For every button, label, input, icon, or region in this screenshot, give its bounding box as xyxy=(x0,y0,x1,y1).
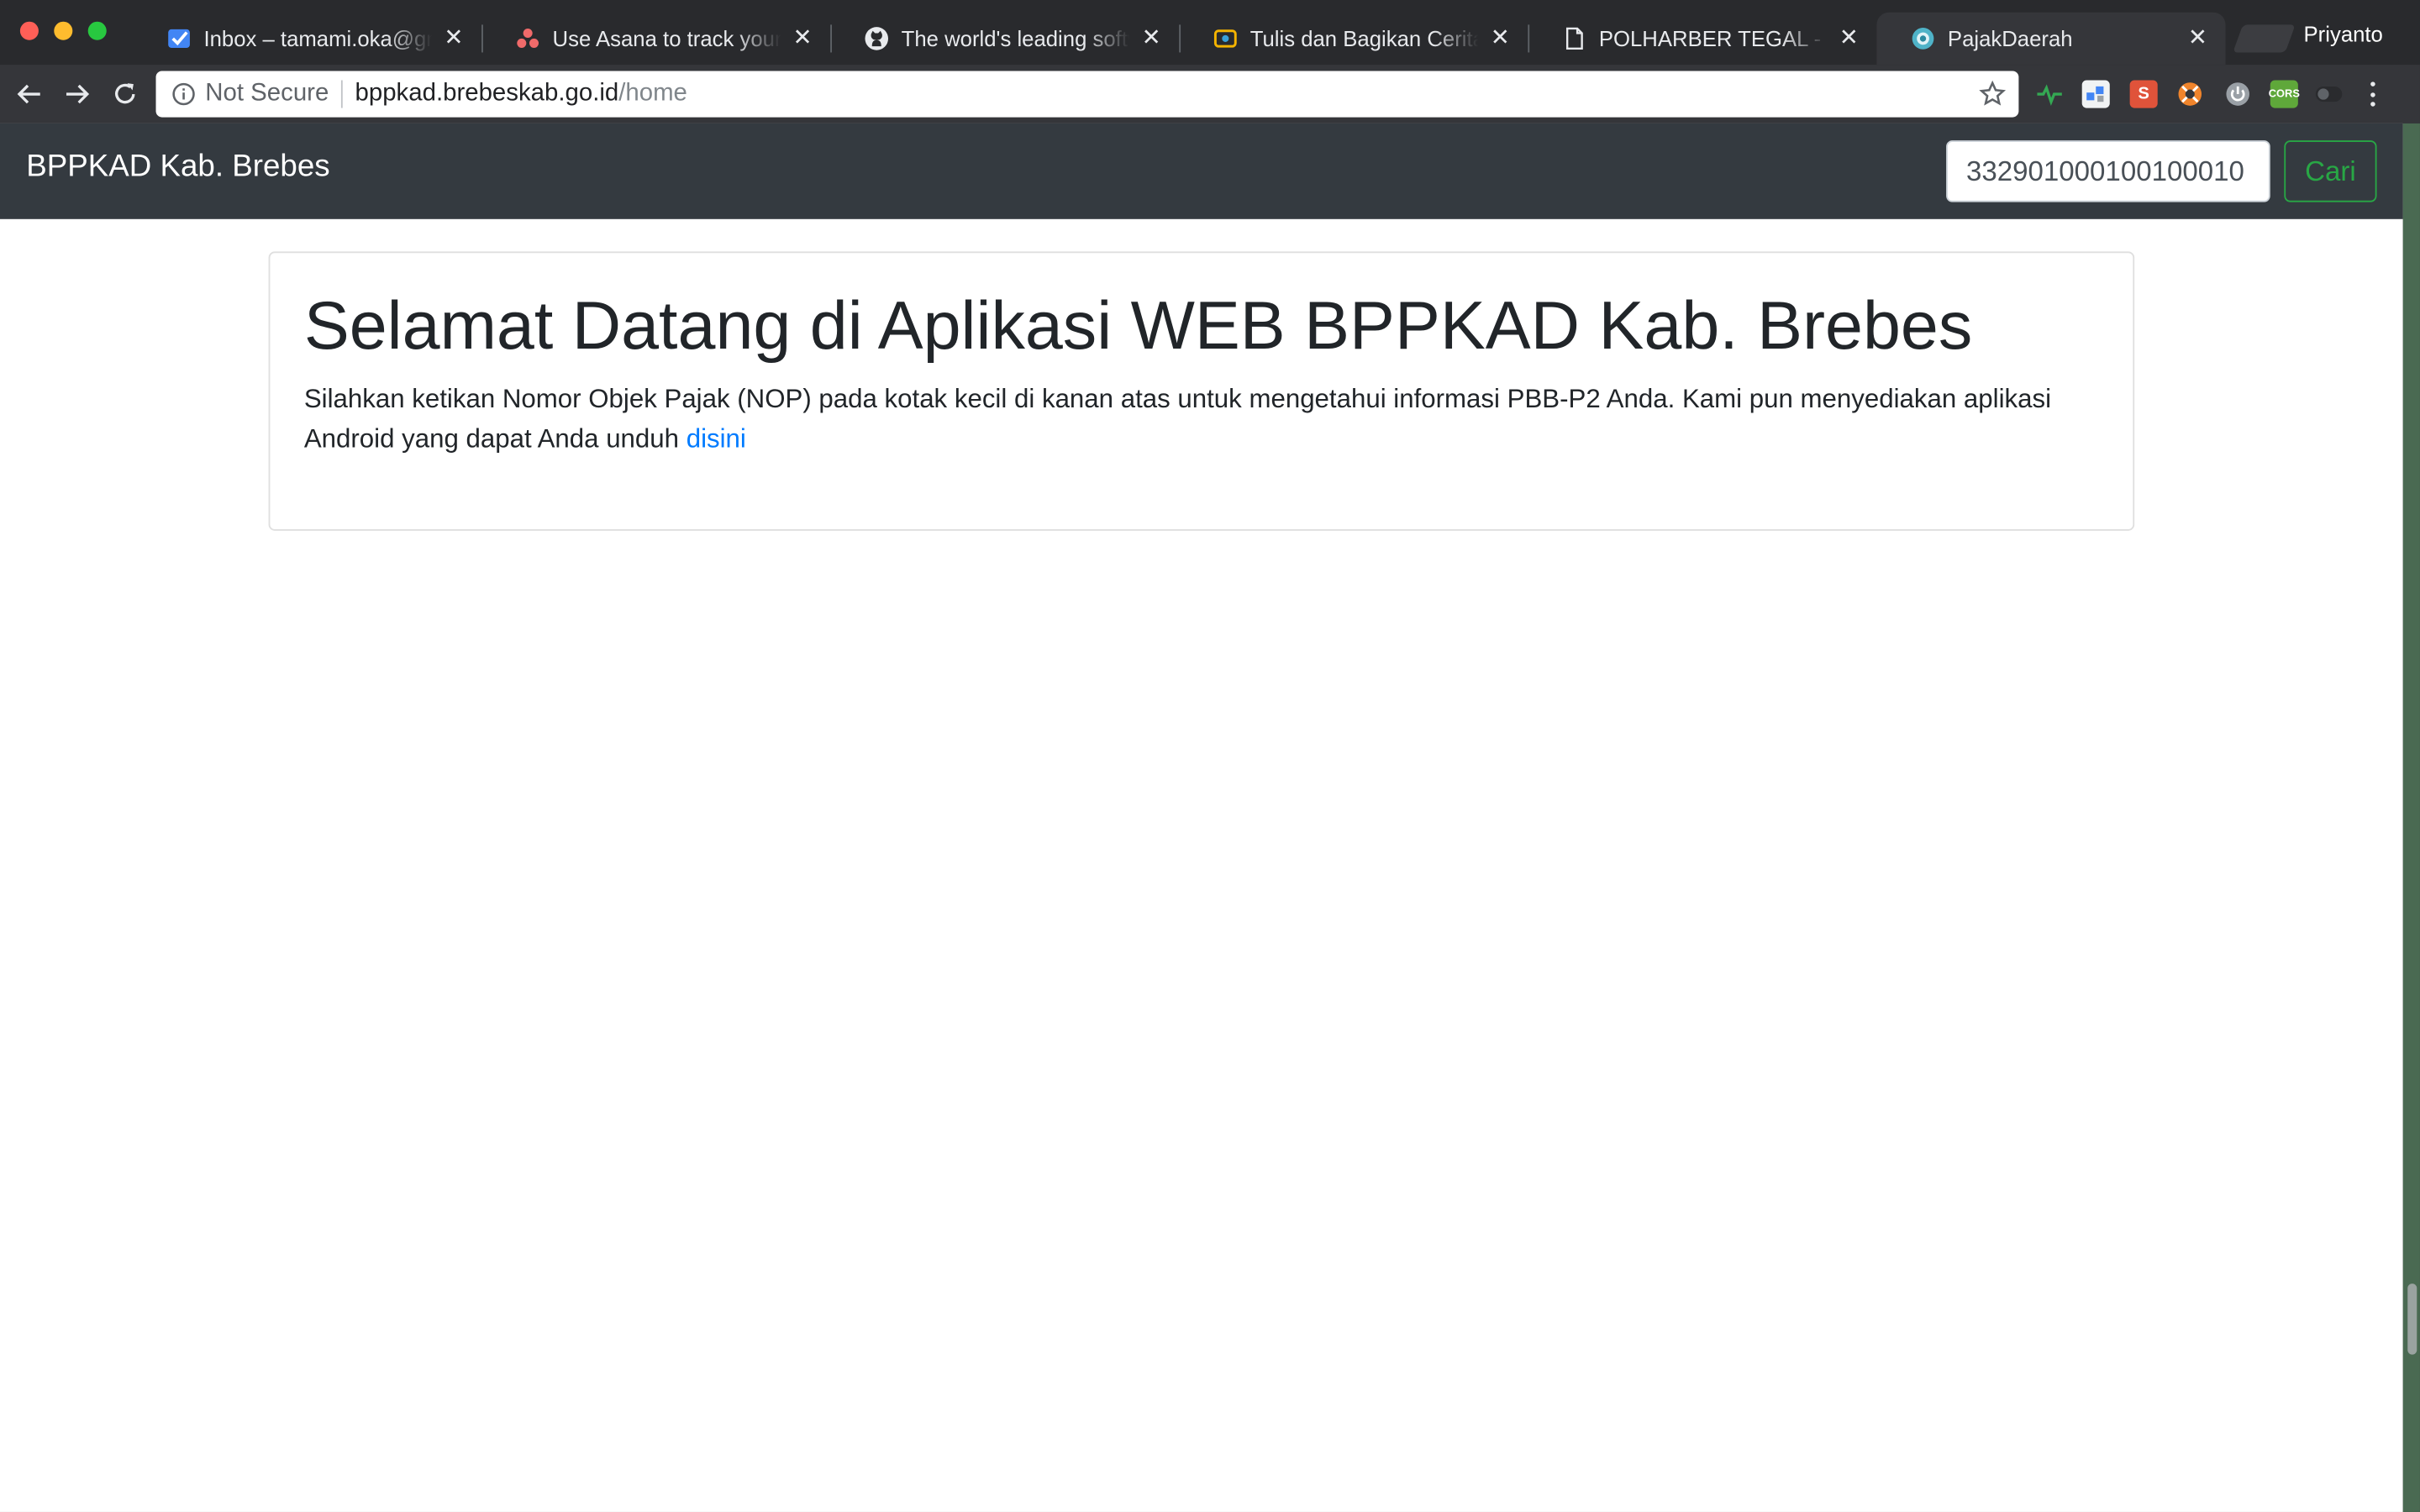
browser-window: Inbox – tamami.oka@gmail.com ✕ Use Asana… xyxy=(0,0,2420,1512)
reload-button[interactable] xyxy=(107,76,144,113)
close-tab-icon[interactable]: ✕ xyxy=(1139,25,1163,50)
inbox-check-icon xyxy=(166,26,191,50)
cari-button[interactable]: Cari xyxy=(2284,140,2377,202)
tab-wattpad[interactable]: Tulis dan Bagikan Ceritamu ✕ xyxy=(1179,13,1528,65)
welcome-heading: Selamat Datang di Aplikasi WEB BPPKAD Ka… xyxy=(303,288,1973,365)
tab-inbox[interactable]: Inbox – tamami.oka@gmail.com ✕ xyxy=(133,13,481,65)
scrollbar-thumb[interactable] xyxy=(2407,1284,2417,1355)
android-download-link[interactable]: disini xyxy=(687,424,746,454)
page-viewport: BPPKAD Kab. Brebes Cari Selamat Datang d… xyxy=(0,123,2403,1512)
close-tab-icon[interactable]: ✕ xyxy=(1488,25,1512,50)
tab-separator xyxy=(481,24,483,53)
power-extension-icon[interactable] xyxy=(2224,81,2252,108)
back-button[interactable] xyxy=(11,76,48,113)
menu-dot xyxy=(2370,92,2375,97)
window-edge xyxy=(2402,123,2420,1512)
tab-separator xyxy=(1528,24,1530,53)
globe-icon xyxy=(1911,26,1935,50)
tab-title: Inbox – tamami.oka@gmail.com xyxy=(203,26,432,51)
zoom-window-button[interactable] xyxy=(87,21,107,40)
tab-github[interactable]: The world's leading software ✕ xyxy=(830,13,1179,65)
close-tab-icon[interactable]: ✕ xyxy=(2186,25,2210,50)
lifebuoy-extension-icon[interactable] xyxy=(2176,81,2204,108)
browser-menu-button[interactable] xyxy=(2361,79,2383,110)
tab-separator xyxy=(830,24,832,53)
tab-title: The world's leading software xyxy=(901,26,1130,51)
puzzle-extension-icon[interactable] xyxy=(2081,80,2110,108)
welcome-text: Silahkan ketikan Nomor Objek Pajak (NOP)… xyxy=(304,380,2099,460)
reload-icon xyxy=(115,83,135,104)
asana-icon xyxy=(515,26,539,50)
close-tab-icon[interactable]: ✕ xyxy=(790,25,814,50)
document-icon xyxy=(1562,26,1586,50)
tab-separator xyxy=(1179,24,1181,53)
close-window-button[interactable] xyxy=(19,21,39,40)
pulse-extension-icon[interactable] xyxy=(2036,81,2064,108)
menu-dot xyxy=(2370,81,2375,87)
welcome-jumbotron: Selamat Datang di Aplikasi WEB BPPKAD Ka… xyxy=(268,251,2135,531)
site-brand[interactable]: BPPKAD Kab. Brebes xyxy=(26,150,329,185)
security-label[interactable]: Not Secure xyxy=(205,81,329,108)
tab-title: PajakDaerah xyxy=(1947,26,2073,51)
bookmark-star-icon[interactable] xyxy=(1979,80,2007,108)
toggle-extension-icon[interactable] xyxy=(2315,81,2343,108)
info-icon xyxy=(172,82,195,106)
tab-title: Use Asana to track your team xyxy=(552,26,781,51)
url-path: /home xyxy=(618,80,687,107)
s-extension-icon[interactable]: S xyxy=(2129,80,2158,108)
site-navbar: BPPKAD Kab. Brebes Cari xyxy=(0,123,2403,219)
profile-name[interactable]: Priyanto xyxy=(2304,22,2383,46)
cors-extension-icon[interactable]: CORS xyxy=(2269,80,2300,108)
close-tab-icon[interactable]: ✕ xyxy=(1837,25,1861,50)
forward-button[interactable] xyxy=(59,76,96,113)
url-host: bppkad.brebeskab.go.id xyxy=(355,80,619,107)
close-tab-icon[interactable]: ✕ xyxy=(441,25,466,50)
new-tab-button[interactable] xyxy=(2233,24,2296,53)
tab-title: POLHARBER TEGAL - Sistem xyxy=(1598,26,1828,51)
nop-search-input[interactable] xyxy=(1946,140,2270,202)
tab-title: Tulis dan Bagikan Ceritamu xyxy=(1249,26,1479,51)
wattpad-icon xyxy=(1213,26,1238,50)
browser-toolbar: Not Secure bppkad.brebeskab.go.id/home S… xyxy=(0,65,2420,123)
tab-pajakdaerah[interactable]: PajakDaerah ✕ xyxy=(1876,12,2226,66)
menu-dot xyxy=(2370,102,2375,107)
address-bar[interactable]: Not Secure bppkad.brebeskab.go.id/home xyxy=(155,71,2019,118)
tab-polharber[interactable]: POLHARBER TEGAL - Sistem ✕ xyxy=(1528,13,1876,65)
tab-asana[interactable]: Use Asana to track your team ✕ xyxy=(481,13,830,65)
minimize-window-button[interactable] xyxy=(54,21,73,40)
address-divider xyxy=(340,80,343,108)
arrow-left-icon xyxy=(17,84,40,104)
welcome-text-body: Silahkan ketikan Nomor Objek Pajak (NOP)… xyxy=(303,384,2052,454)
tab-strip: Inbox – tamami.oka@gmail.com ✕ Use Asana… xyxy=(0,0,2420,66)
arrow-right-icon xyxy=(66,84,90,104)
github-icon xyxy=(865,26,889,50)
